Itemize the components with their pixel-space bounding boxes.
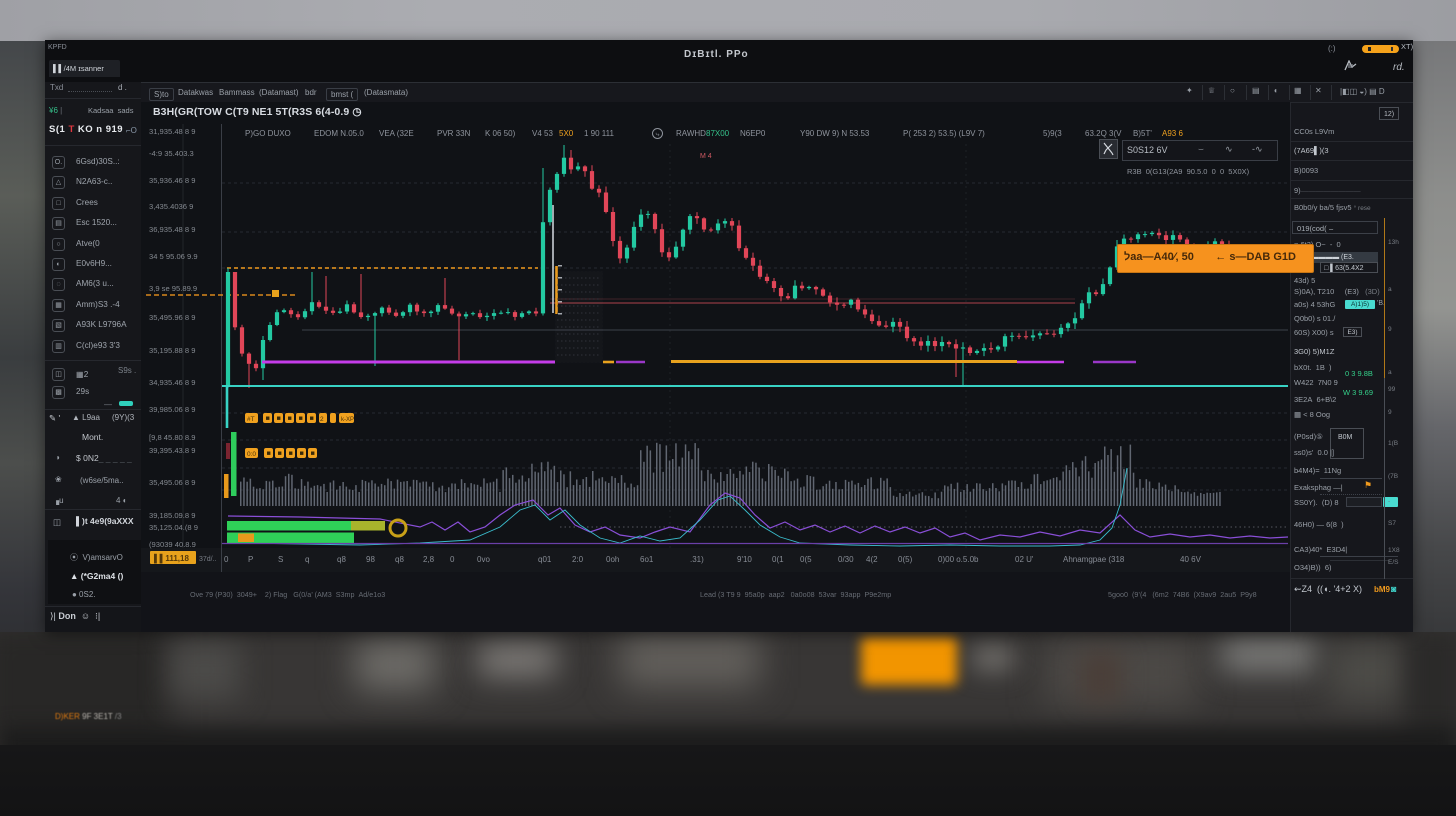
- svg-text:Ove 79 (P30) 3049+ 2) Flag: Ove 79 (P30) 3049+ 2) Flag G(0/a’ (AM3 S…: [190, 590, 385, 599]
- svg-text:9'10: 9'10: [737, 555, 752, 564]
- svg-text:P: P: [248, 555, 253, 564]
- svg-text:(93039 40.8.9: (93039 40.8.9: [149, 540, 196, 549]
- svg-text:-4:9 35.403.3: -4:9 35.403.3: [149, 149, 194, 158]
- svg-text:37d/..: 37d/..: [199, 556, 217, 563]
- svg-text:0vo: 0vo: [477, 555, 490, 564]
- svg-text:q8: q8: [395, 555, 404, 564]
- svg-text:02 U': 02 U': [1015, 555, 1034, 564]
- svg-text:q: q: [305, 555, 309, 564]
- svg-text:3,435.4036 9: 3,435.4036 9: [149, 202, 193, 211]
- svg-text:0(5: 0(5: [800, 555, 812, 564]
- svg-text:2: 2: [320, 416, 324, 423]
- svg-text:39,185.09.8 9: 39,185.09.8 9: [149, 511, 195, 520]
- svg-text:39,985.06 8 9: 39,985.06 8 9: [149, 405, 195, 414]
- svg-text:98: 98: [366, 555, 375, 564]
- svg-text:0:0: 0:0: [247, 451, 256, 458]
- svg-text:Lead (3 T9 9 95a0p aap2 0a: Lead (3 T9 9 95a0p aap2 0a0o08 53var 93a…: [700, 590, 891, 599]
- svg-text:▌▌111,18: ▌▌111,18: [154, 553, 189, 564]
- svg-text:0: 0: [450, 555, 455, 564]
- svg-text:0/30: 0/30: [838, 555, 854, 564]
- svg-text:[9,8 45.80 8.9: [9,8 45.80 8.9: [149, 433, 195, 442]
- svg-text:2:0: 2:0: [572, 555, 584, 564]
- svg-text:0: 0: [224, 555, 229, 564]
- svg-text:3,9 se 95.89.9: 3,9 se 95.89.9: [149, 284, 197, 293]
- svg-text:q01: q01: [538, 555, 552, 564]
- svg-text:35,495.06 8 9: 35,495.06 8 9: [149, 478, 195, 487]
- svg-text:2,8: 2,8: [423, 555, 435, 564]
- svg-text:4(2: 4(2: [866, 555, 878, 564]
- svg-text:0(1: 0(1: [772, 555, 784, 564]
- svg-text:.31): .31): [690, 555, 704, 564]
- svg-text:q8: q8: [337, 555, 346, 564]
- svg-text:35,195.88 8 9: 35,195.88 8 9: [149, 346, 195, 355]
- svg-text:36,935.48 8 9: 36,935.48 8 9: [149, 225, 195, 234]
- svg-text:Ahnamgpae (318: Ahnamgpae (318: [1063, 555, 1125, 564]
- svg-text:34 5 95.06 9.9: 34 5 95.06 9.9: [149, 252, 198, 261]
- svg-text:#T: #T: [247, 416, 255, 423]
- svg-text:35,936.46 8 9: 35,936.46 8 9: [149, 176, 195, 185]
- svg-text:31,935.48 8 9: 31,935.48 8 9: [149, 127, 195, 136]
- svg-text:0oh: 0oh: [606, 555, 619, 564]
- svg-text:35,495.96 8 9: 35,495.96 8 9: [149, 313, 195, 322]
- svg-text:S: S: [278, 555, 283, 564]
- svg-text:35,125.04.(8 9: 35,125.04.(8 9: [149, 523, 198, 532]
- svg-text:0)00 o.5.0b: 0)00 o.5.0b: [938, 555, 979, 564]
- svg-text:0(5): 0(5): [898, 555, 913, 564]
- svg-text:5goo0 (9’(4 (6m2 74B6 (X9: 5goo0 (9’(4 (6m2 74B6 (X9av9 2au5 P9y8: [1108, 590, 1257, 599]
- svg-text:34,935.46 8 9: 34,935.46 8 9: [149, 378, 195, 387]
- svg-text:40 6V: 40 6V: [1180, 555, 1202, 564]
- svg-text:39,395.43.8 9: 39,395.43.8 9: [149, 446, 195, 455]
- svg-text:6o1: 6o1: [640, 555, 654, 564]
- svg-text:M 4: M 4: [700, 153, 712, 160]
- svg-text:k-XP: k-XP: [341, 417, 354, 423]
